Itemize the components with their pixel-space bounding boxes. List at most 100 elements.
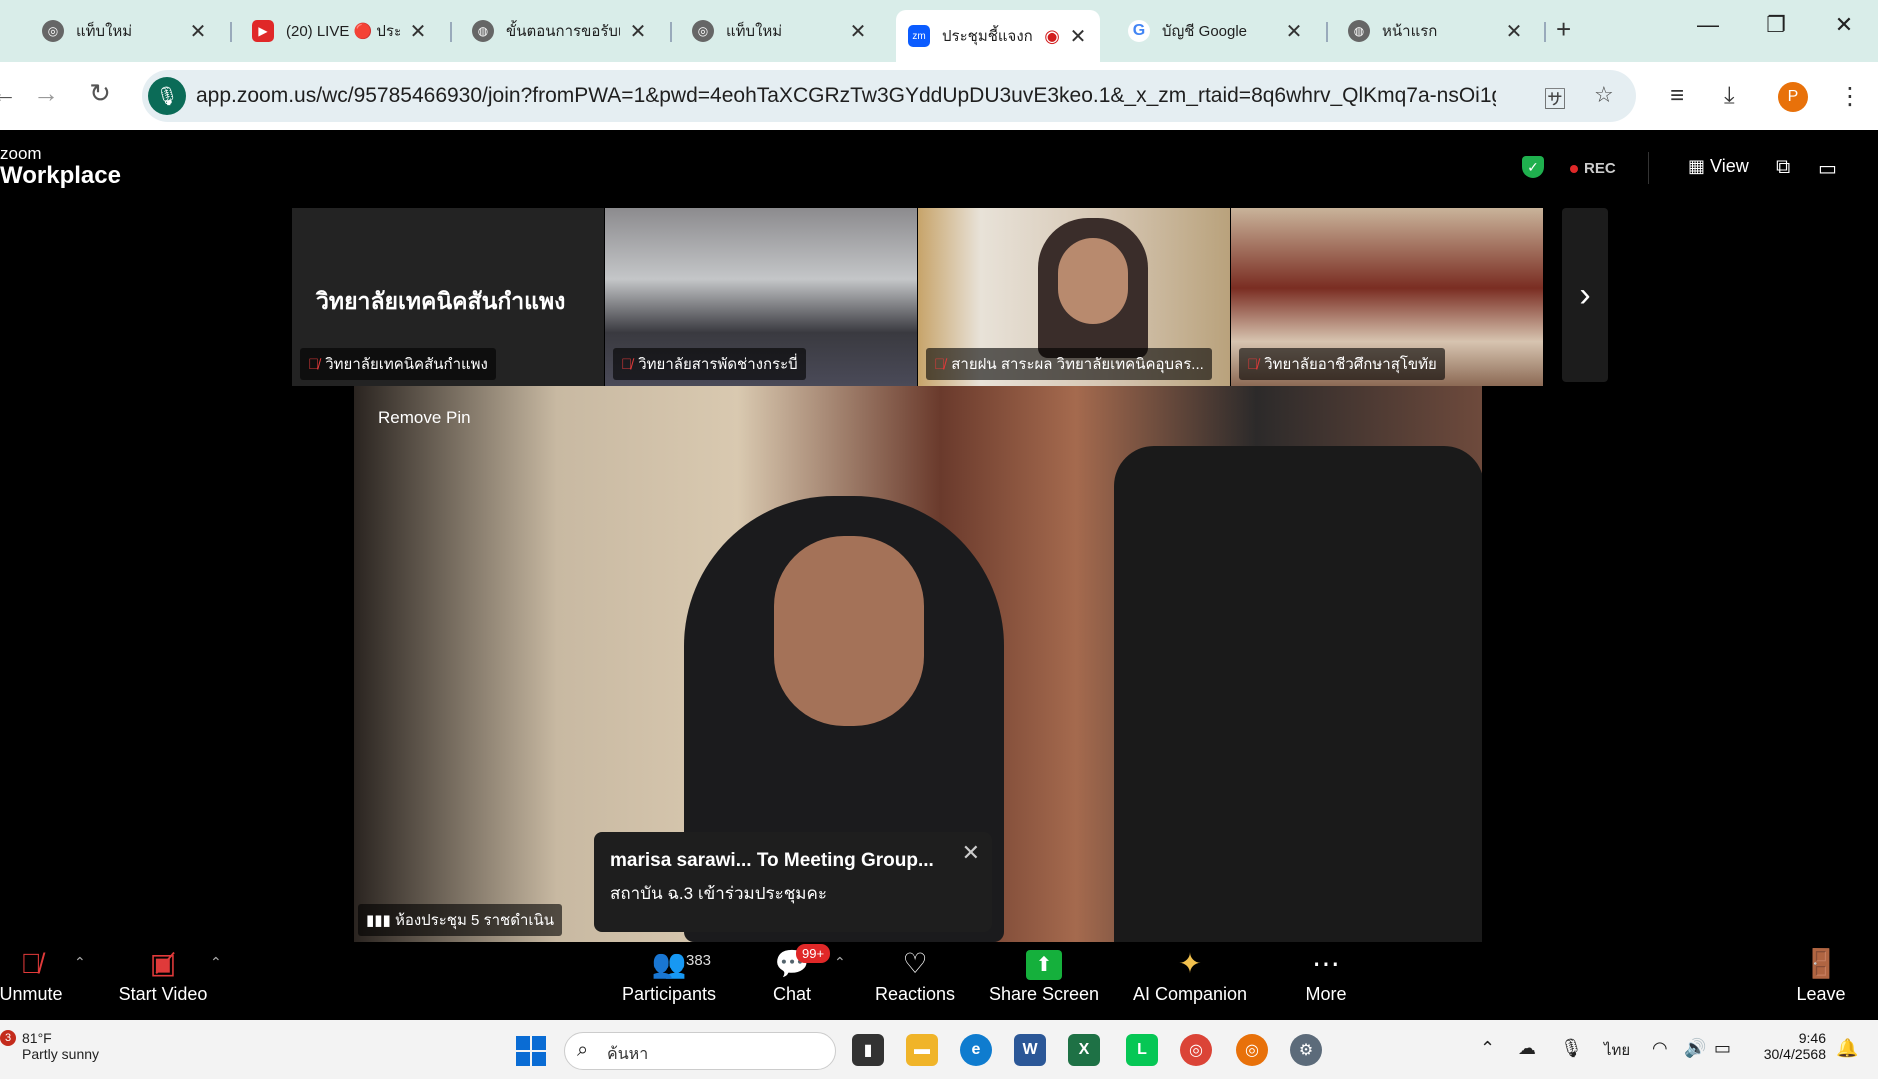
chrome-icon: ◎ — [692, 20, 714, 42]
chat-unread-badge: 99+ — [796, 944, 831, 963]
media-controls-icon[interactable]: ≡ — [1670, 82, 1684, 110]
participant-name: วิทยาลัยสารพัดช่างกระบี่ — [638, 356, 798, 373]
signal-bars-icon: ▮▮▮ — [366, 912, 391, 929]
edge-icon[interactable]: e — [960, 1034, 992, 1066]
address-bar[interactable]: 🎙 app.zoom.us/wc/95785466930/join?fromPW… — [142, 70, 1636, 122]
url-text[interactable]: app.zoom.us/wc/95785466930/join?fromPWA=… — [196, 84, 1496, 108]
participant-big-name: วิทยาลัยเทคนิคสันกำแพง — [316, 288, 566, 314]
unmute-button[interactable]: 🎙̸ Unmute — [0, 944, 66, 1020]
browser-menu-icon[interactable]: ⋮ — [1838, 82, 1862, 111]
download-icon[interactable]: ⤓ — [1724, 82, 1735, 110]
close-icon[interactable]: ✕ — [962, 840, 980, 866]
close-icon[interactable]: ✕ — [1068, 24, 1088, 49]
chat-options-caret-icon[interactable]: ⌃ — [834, 954, 846, 971]
reactions-button[interactable]: ♡ Reactions — [870, 944, 960, 1020]
word-icon[interactable]: W — [1014, 1034, 1046, 1066]
globe-icon: ◍ — [472, 20, 494, 42]
tab-divider — [230, 22, 232, 42]
taskbar-search[interactable]: ⌕ ค้นหา — [564, 1032, 836, 1070]
close-icon[interactable]: ✕ — [1284, 19, 1304, 44]
notifications-icon[interactable]: 🔔 — [1836, 1038, 1858, 1059]
tab-label: (20) LIVE 🔴 ประชุ — [286, 23, 400, 40]
translate-icon[interactable]: 🈂 — [1544, 82, 1566, 114]
forward-icon[interactable]: → — [28, 78, 64, 109]
reactions-label: Reactions — [874, 984, 956, 1004]
ai-companion-button[interactable]: ✦ AI Companion — [1128, 944, 1252, 1020]
weather-widget[interactable]: 81°F Partly sunny — [22, 1030, 99, 1062]
tab-divider — [670, 22, 672, 42]
recording-status[interactable]: REC — [1570, 160, 1616, 177]
picture-in-picture-icon[interactable]: ⧉ — [1776, 156, 1790, 179]
tab-new-tab-2[interactable]: ◎ แท็บใหม่ ✕ — [680, 10, 880, 52]
restore-icon[interactable]: ❐ — [1756, 12, 1796, 38]
remove-pin-button[interactable]: Remove Pin — [378, 408, 471, 428]
wifi-icon[interactable]: ◠ — [1652, 1038, 1668, 1059]
rec-dot-icon — [1570, 165, 1578, 173]
view-label: View — [1710, 156, 1749, 176]
tab-procedure[interactable]: ◍ ขั้นตอนการขอรับเงิ ✕ — [460, 10, 660, 52]
start-video-button[interactable]: ▣̸ Start Video — [110, 944, 216, 1020]
microphone-icon[interactable]: 🎙 — [148, 77, 186, 115]
view-button[interactable]: ▦ View — [1688, 156, 1749, 177]
popout-window-icon[interactable]: ▭ — [1818, 156, 1837, 181]
tab-home[interactable]: ◍ หน้าแรก ✕ — [1336, 10, 1536, 52]
settings-gear-icon[interactable]: ⚙ — [1290, 1034, 1322, 1066]
close-window-icon[interactable]: ✕ — [1824, 12, 1864, 38]
chat-notification[interactable]: marisa sarawi... To Meeting Group... สถา… — [594, 832, 992, 932]
sparkle-icon: ✦ — [1178, 948, 1202, 979]
minimize-icon[interactable]: — — [1688, 12, 1728, 38]
excel-icon[interactable]: X — [1068, 1034, 1100, 1066]
volume-icon[interactable]: 🔊 — [1684, 1038, 1706, 1059]
tab-new-tab-1[interactable]: ◎ แท็บใหม่ ✕ — [30, 10, 220, 52]
leave-door-icon: 🚪 — [1803, 948, 1839, 979]
muted-mic-icon: 🎙̸ — [308, 356, 320, 373]
file-explorer-icon[interactable]: ▬ — [906, 1034, 938, 1066]
muted-mic-icon: 🎙̸ — [1247, 356, 1259, 373]
language-indicator[interactable]: ไทย — [1604, 1038, 1630, 1062]
show-hidden-icons-icon[interactable]: ⌃ — [1480, 1038, 1495, 1059]
share-screen-button[interactable]: ⬆ Share Screen — [988, 944, 1100, 1020]
participant-thumbnail[interactable]: 🎙̸ วิทยาลัยอาชีวศึกษาสุโขทัย — [1231, 208, 1543, 386]
more-label: More — [1305, 984, 1347, 1004]
line-icon[interactable]: L — [1126, 1034, 1158, 1066]
tab-zoom-meeting[interactable]: zm ประชุมชี้แจงก ◉ ✕ — [896, 10, 1100, 62]
close-icon[interactable]: ✕ — [848, 19, 868, 44]
next-page-chevron-icon[interactable]: › — [1562, 208, 1608, 382]
participant-thumbnail[interactable]: 🎙̸ วิทยาลัยสารพัดช่างกระบี่ — [605, 208, 917, 386]
new-tab-button[interactable]: + — [1556, 14, 1571, 45]
muted-mic-icon: 🎙̸ — [621, 356, 633, 373]
participant-thumbnail[interactable]: วิทยาลัยเทคนิคสันกำแพง 🎙̸ วิทยาลัยเทคนิคส… — [292, 208, 604, 386]
encryption-shield-icon[interactable]: ✓ — [1522, 156, 1544, 178]
speaker-name: ห้องประชุม 5 ราชดำเนิน — [394, 912, 554, 929]
video-options-caret-icon[interactable]: ⌃ — [210, 954, 222, 971]
tab-youtube-live[interactable]: ▶ (20) LIVE 🔴 ประชุ ✕ — [240, 10, 440, 52]
microphone-tray-icon[interactable]: 🎙 — [1560, 1038, 1583, 1059]
bookmark-star-icon[interactable]: ☆ — [1594, 82, 1614, 108]
video-off-icon: ▣̸ — [149, 948, 177, 979]
close-icon[interactable]: ✕ — [1504, 19, 1524, 44]
close-icon[interactable]: ✕ — [408, 19, 428, 44]
rec-label: REC — [1584, 160, 1616, 177]
leave-button[interactable]: 🚪 Leave — [1794, 944, 1848, 1020]
back-icon[interactable]: ← — [0, 78, 22, 109]
system-clock[interactable]: 9:46 30/4/2568 — [1752, 1030, 1826, 1062]
profile-avatar[interactable]: P — [1778, 82, 1808, 112]
participant-name-tag: 🎙̸ สายฝน สาระผล วิทยาลัยเทคนิคอุบลร... — [926, 348, 1212, 380]
zoom-workplace-title: Workplace — [0, 162, 121, 189]
close-icon[interactable]: ✕ — [188, 19, 208, 44]
battery-icon[interactable]: ▭ — [1714, 1038, 1731, 1059]
more-ellipsis-icon: ⋯ — [1312, 948, 1340, 979]
browser-tab-bar: ◎ แท็บใหม่ ✕ ▶ (20) LIVE 🔴 ประชุ ✕ ◍ ขั้… — [0, 0, 1878, 62]
chrome-profile-icon[interactable]: ◎ — [1236, 1034, 1268, 1066]
windows-taskbar: 3 81°F Partly sunny ⌕ ค้นหา ▮ ▬ e W X L … — [0, 1020, 1878, 1079]
close-icon[interactable]: ✕ — [628, 19, 648, 44]
windows-start-icon[interactable] — [516, 1036, 546, 1066]
chrome-icon[interactable]: ◎ — [1180, 1034, 1212, 1066]
more-button[interactable]: ⋯ More — [1300, 944, 1352, 1020]
audio-options-caret-icon[interactable]: ⌃ — [74, 954, 86, 971]
participant-thumbnail[interactable]: 🎙̸ สายฝน สาระผล วิทยาลัยเทคนิคอุบลร... — [918, 208, 1230, 386]
tab-google-account[interactable]: G บัญชี Google ✕ — [1116, 10, 1316, 52]
reload-icon[interactable]: ↻ — [82, 78, 118, 109]
onedrive-icon[interactable]: ☁ — [1518, 1038, 1536, 1059]
task-view-icon[interactable]: ▮ — [852, 1034, 884, 1066]
